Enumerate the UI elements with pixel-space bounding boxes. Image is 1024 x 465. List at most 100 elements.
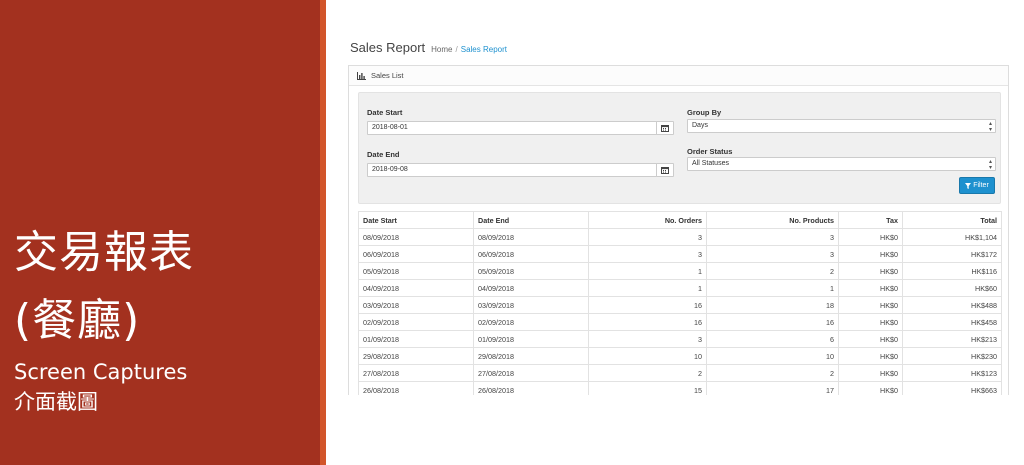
breadcrumb-current[interactable]: Sales Report	[461, 45, 507, 54]
table-cell: 16	[706, 313, 839, 331]
table-cell: HK$0	[838, 279, 903, 297]
table-cell: HK$0	[838, 330, 903, 348]
filter-button[interactable]: Filter	[959, 177, 995, 194]
page-title: Sales Report	[350, 40, 426, 55]
table-cell: 26/08/2018	[358, 381, 474, 395]
table-cell: HK$1,104	[902, 228, 1002, 246]
main-content: Sales Report Home / Sales Report Sales L…	[336, 0, 1024, 465]
table-cell: HK$458	[902, 313, 1002, 331]
table-cell: HK$0	[838, 296, 903, 314]
filter-button-label: Filter	[973, 182, 989, 189]
breadcrumb-home[interactable]: Home	[431, 45, 452, 54]
table-cell: 3	[588, 330, 707, 348]
table-cell: HK$0	[838, 381, 903, 395]
table-cell: 04/09/2018	[358, 279, 474, 297]
table-cell: 3	[706, 228, 839, 246]
table-cell: 2	[588, 364, 707, 382]
order-status-value: All Statuses	[692, 160, 729, 167]
table-cell: 10	[588, 347, 707, 365]
column-header[interactable]: Date End	[473, 211, 589, 229]
column-header[interactable]: Total	[902, 211, 1002, 229]
date-start-input[interactable]: 2018-08-01	[367, 121, 657, 135]
table-cell: 26/08/2018	[473, 381, 589, 395]
calendar-icon	[661, 119, 669, 137]
table-cell: HK$60	[902, 279, 1002, 297]
bar-chart-icon	[357, 71, 366, 80]
table-cell: 02/09/2018	[473, 313, 589, 331]
table-cell: HK$0	[838, 245, 903, 263]
table-cell: 2	[706, 364, 839, 382]
table-cell: HK$230	[902, 347, 1002, 365]
group-by-value: Days	[692, 122, 708, 129]
select-caret-icon: ▴ ▾	[988, 159, 992, 171]
filter-form: Date Start 2018-08-01 Date End 2018-09-0…	[358, 92, 1001, 204]
date-end-input[interactable]: 2018-09-08	[367, 163, 657, 177]
table-row: 29/08/2018 29/08/2018 10 10 HK$0 HK$230	[358, 347, 1002, 365]
table-cell: 2	[706, 262, 839, 280]
table-cell: 29/08/2018	[358, 347, 474, 365]
table-cell: HK$0	[838, 313, 903, 331]
table-row: 04/09/2018 04/09/2018 1 1 HK$0 HK$60	[358, 279, 1002, 297]
table-cell: HK$213	[902, 330, 1002, 348]
side-subtitle-line2: 介面截圖	[14, 390, 98, 414]
side-title-line1: 交易報表	[14, 227, 194, 278]
table-cell: 10	[706, 347, 839, 365]
sales-list-panel: Sales List Date Start 2018-08-01 Date En…	[348, 65, 1009, 395]
table-row: 08/09/2018 08/09/2018 3 3 HK$0 HK$1,104	[358, 228, 1002, 246]
table-cell: 01/09/2018	[473, 330, 589, 348]
table-row: 06/09/2018 06/09/2018 3 3 HK$0 HK$172	[358, 245, 1002, 263]
table-row: 27/08/2018 27/08/2018 2 2 HK$0 HK$123	[358, 364, 1002, 382]
date-start-label: Date Start	[367, 108, 403, 117]
table-cell: HK$0	[838, 364, 903, 382]
column-header[interactable]: Date Start	[358, 211, 474, 229]
order-status-select[interactable]: All Statuses ▴ ▾	[687, 157, 996, 171]
table-cell: 05/09/2018	[473, 262, 589, 280]
table-cell: 05/09/2018	[358, 262, 474, 280]
column-header[interactable]: Tax	[838, 211, 903, 229]
table-cell: HK$172	[902, 245, 1002, 263]
table-cell: 1	[588, 262, 707, 280]
date-end-calendar-button[interactable]	[656, 163, 674, 177]
table-cell: 17	[706, 381, 839, 395]
funnel-icon	[965, 182, 972, 189]
table-cell: 04/09/2018	[473, 279, 589, 297]
table-cell: 3	[588, 245, 707, 263]
table-cell: 08/09/2018	[358, 228, 474, 246]
table-cell: 16	[588, 313, 707, 331]
table-cell: HK$0	[838, 347, 903, 365]
table-cell: 01/09/2018	[358, 330, 474, 348]
table-header-row: Date Start Date End No. Orders No. Products…	[358, 211, 1002, 229]
column-header[interactable]: No. Products	[706, 211, 839, 229]
table-cell: 27/08/2018	[358, 364, 474, 382]
table-cell: HK$116	[902, 262, 1002, 280]
table-cell: HK$488	[902, 296, 1002, 314]
table-row: 05/09/2018 05/09/2018 1 2 HK$0 HK$116	[358, 262, 1002, 280]
side-title-line2: (餐廳)	[14, 295, 141, 346]
group-by-select[interactable]: Days ▴ ▾	[687, 119, 996, 133]
table-cell: 3	[588, 228, 707, 246]
select-caret-icon: ▴ ▾	[988, 121, 992, 133]
table-cell: 16	[588, 296, 707, 314]
column-header[interactable]: No. Orders	[588, 211, 707, 229]
table-cell: 06/09/2018	[473, 245, 589, 263]
table-cell: 03/09/2018	[358, 296, 474, 314]
date-start-calendar-button[interactable]	[656, 121, 674, 135]
accent-stripe	[320, 0, 326, 465]
table-cell: 18	[706, 296, 839, 314]
table-row: 01/09/2018 01/09/2018 3 6 HK$0 HK$213	[358, 330, 1002, 348]
table-row: 03/09/2018 03/09/2018 16 18 HK$0 HK$488	[358, 296, 1002, 314]
table-cell: HK$123	[902, 364, 1002, 382]
table-cell: HK$0	[838, 228, 903, 246]
table-cell: 3	[706, 245, 839, 263]
table-cell: 08/09/2018	[473, 228, 589, 246]
table-cell: 15	[588, 381, 707, 395]
table-body: 08/09/2018 08/09/2018 3 3 HK$0 HK$1,104 06/09/…	[358, 228, 1002, 395]
date-end-label: Date End	[367, 150, 400, 159]
breadcrumb-separator: /	[455, 45, 458, 54]
panel-heading: Sales List	[349, 66, 1008, 86]
table-cell: 6	[706, 330, 839, 348]
table-cell: 27/08/2018	[473, 364, 589, 382]
table-row: 02/09/2018 02/09/2018 16 16 HK$0 HK$458	[358, 313, 1002, 331]
table-cell: 03/09/2018	[473, 296, 589, 314]
table-cell: 1	[706, 279, 839, 297]
